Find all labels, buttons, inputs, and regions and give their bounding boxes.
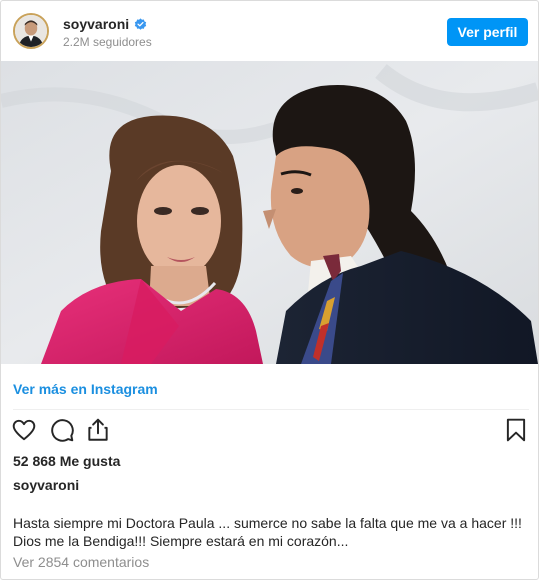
share-icon xyxy=(88,418,108,441)
divider xyxy=(13,409,529,410)
avatar[interactable] xyxy=(13,13,49,49)
post-caption: Hasta siempre mi Doctora Paula ... sumer… xyxy=(13,514,533,550)
view-profile-button[interactable]: Ver perfil xyxy=(447,18,528,46)
caption-username[interactable]: soyvaroni xyxy=(13,477,79,493)
comment-button[interactable] xyxy=(47,415,77,445)
share-button[interactable] xyxy=(83,415,113,445)
like-count[interactable]: 52 868 Me gusta xyxy=(13,453,120,469)
like-button[interactable] xyxy=(9,415,39,445)
post-image[interactable] xyxy=(1,61,538,364)
instagram-embed-card: soyvaroni 2.2M seguidores Ver perfil Ver… xyxy=(0,0,539,580)
action-bar xyxy=(9,415,531,447)
view-comments-link[interactable]: Ver 2854 comentarios xyxy=(13,554,149,570)
caption-line: Hasta siempre mi Doctora Paula ... sumer… xyxy=(13,515,522,531)
post-photo xyxy=(1,61,538,364)
comment-icon xyxy=(51,419,74,442)
view-more-on-instagram-link[interactable]: Ver más en Instagram xyxy=(13,381,158,397)
verified-badge-icon xyxy=(134,17,147,30)
username[interactable]: soyvaroni xyxy=(63,16,129,32)
profile-avatar-icon xyxy=(15,15,47,47)
heart-icon xyxy=(12,419,36,441)
username-group: soyvaroni xyxy=(63,16,147,32)
bookmark-icon xyxy=(506,418,526,442)
save-button[interactable] xyxy=(501,415,531,445)
post-header: soyvaroni 2.2M seguidores Ver perfil xyxy=(1,1,538,61)
caption-line: Dios me la Bendiga!!! Siempre estará en … xyxy=(13,533,349,549)
follower-count: 2.2M seguidores xyxy=(63,35,152,49)
